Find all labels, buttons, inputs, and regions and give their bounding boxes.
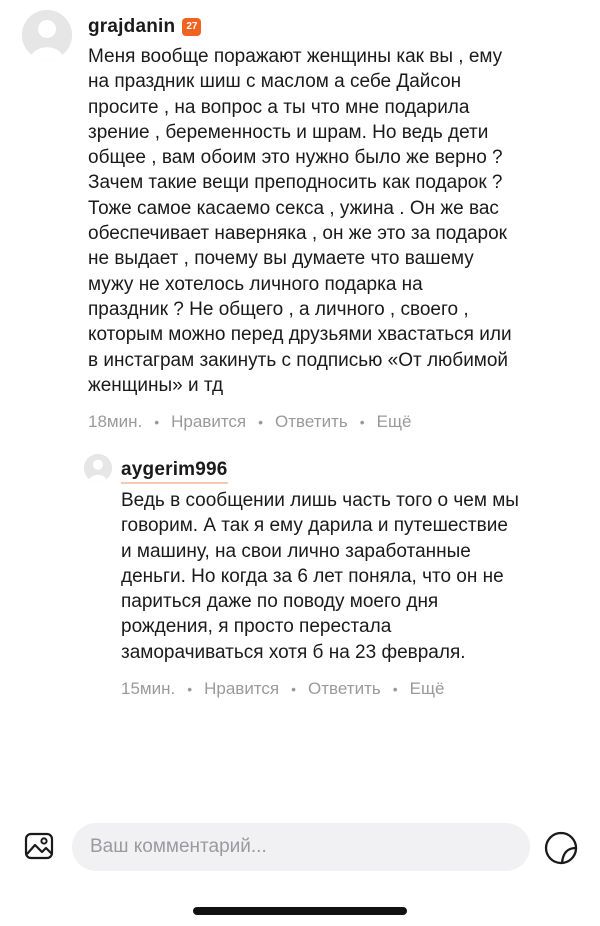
- comment-time: 18мин.: [88, 412, 143, 432]
- separator-dot: •: [154, 414, 160, 431]
- home-indicator: [193, 907, 407, 915]
- comment-input[interactable]: [72, 823, 530, 871]
- comment-author[interactable]: aygerim996: [121, 458, 228, 484]
- comment-meta: 18мин. • Нравится • Ответить • Ещё: [88, 412, 580, 432]
- image-icon[interactable]: [24, 830, 56, 862]
- user-level-badge: 27: [182, 18, 202, 36]
- separator-dot: •: [258, 414, 264, 431]
- comment-author[interactable]: grajdanin: [88, 16, 175, 38]
- like-button[interactable]: Нравится: [204, 679, 279, 699]
- separator-dot: •: [187, 681, 193, 698]
- sticker-icon[interactable]: [543, 830, 579, 866]
- separator-dot: •: [359, 414, 365, 431]
- like-button[interactable]: Нравится: [171, 412, 246, 432]
- separator-dot: •: [291, 681, 297, 698]
- default-avatar-icon: [22, 10, 72, 60]
- comment-text: Меня вообще поражают женщины как вы , ем…: [88, 46, 512, 396]
- reply-button[interactable]: Ответить: [275, 412, 348, 432]
- comment-text: Ведь в сообщении лишь часть того о чем м…: [121, 490, 519, 663]
- separator-dot: •: [392, 681, 398, 698]
- comment-meta: 15мин. • Нравится • Ответить • Ещё: [121, 679, 584, 699]
- avatar[interactable]: [84, 454, 112, 482]
- avatar[interactable]: [22, 10, 72, 60]
- default-avatar-icon: [84, 454, 112, 482]
- comment-composer: [0, 818, 600, 878]
- reply-button[interactable]: Ответить: [308, 679, 381, 699]
- comment-time: 15мин.: [121, 679, 176, 699]
- more-button[interactable]: Ещё: [377, 412, 412, 432]
- more-button[interactable]: Ещё: [410, 679, 445, 699]
